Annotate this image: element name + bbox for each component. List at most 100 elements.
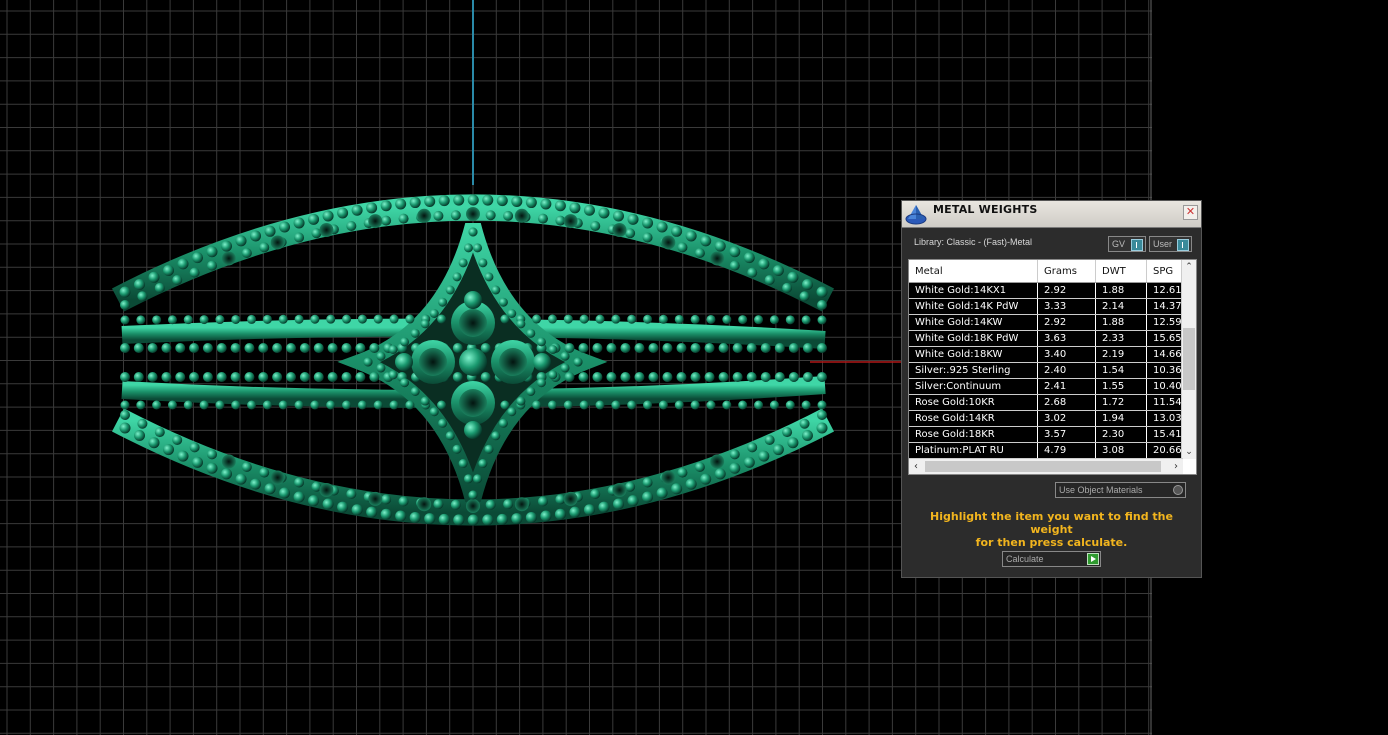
bead [134,278,146,290]
bead [532,314,542,324]
close-button[interactable]: ✕ [1183,205,1198,220]
bead [772,264,784,276]
setting-hole [459,389,487,417]
bead [221,240,233,252]
bead [310,314,320,324]
horizontal-scroll-thumb[interactable] [925,461,1161,472]
scroll-right-icon[interactable]: › [1169,459,1183,474]
bead [420,396,430,406]
table-row[interactable]: Platinum:PLAT RU 4.79 3.08 20.66 [909,442,1194,459]
bead [760,372,771,382]
band-hole [466,499,480,513]
scroll-down-icon[interactable]: ⌄ [1182,445,1196,459]
bead [785,315,795,325]
bead [625,481,636,492]
bead [147,343,158,353]
table-row[interactable]: Rose Gold:10KR 2.68 1.72 11.54 [909,394,1194,411]
bead [694,461,705,472]
bead [380,508,392,520]
scroll-left-icon[interactable]: ‹ [909,459,923,474]
bead [694,248,705,259]
cell-grams: 3.33 [1037,298,1096,315]
metal-table[interactable]: Metal Grams DWT SPG White Gold:14KX1 2.92… [908,259,1197,475]
bead [420,319,430,329]
band-hole [270,470,285,485]
column-header-metal[interactable]: Metal [909,260,1038,283]
bead [189,372,200,382]
bead [642,477,653,488]
bead [231,400,241,410]
scroll-up-icon[interactable]: ⌃ [1182,260,1196,274]
bead [690,372,701,382]
bead [817,400,827,410]
table-row[interactable]: White Gold:14KX1 2.92 1.88 12.61 [909,282,1194,299]
use-object-materials-label: Use Object Materials [1059,485,1143,495]
bead [817,410,827,420]
bead [136,400,146,410]
bead [438,195,450,207]
column-header-grams[interactable]: Grams [1037,260,1096,283]
vertical-scrollbar[interactable]: ⌃ ⌄ [1181,260,1196,459]
bead [409,511,421,523]
bead [643,314,653,324]
bead [620,372,631,382]
bead [592,343,603,353]
bead [563,400,573,410]
center-stone [459,348,487,376]
bead [453,514,465,526]
bead [613,498,625,510]
bead [676,372,687,382]
cell-metal: White Gold:18KW [909,346,1038,363]
bead [704,343,715,353]
bead [369,372,380,382]
gv-toggle[interactable]: GV [1108,236,1146,252]
user-toggle[interactable]: User [1149,236,1192,252]
bead [714,240,726,252]
column-header-dwt[interactable]: DWT [1095,260,1147,283]
bead [272,343,283,353]
bead [496,195,508,207]
bead [148,271,160,283]
bead [704,372,715,382]
bead [718,372,729,382]
table-row[interactable]: Rose Gold:14KR 3.02 1.94 13.03 [909,410,1194,427]
table-row[interactable]: White Gold:14KW 2.92 1.88 12.59 [909,314,1194,331]
table-row[interactable]: Silver:Continuum 2.41 1.55 10.40 [909,378,1194,395]
cell-grams: 2.40 [1037,362,1096,379]
calculate-button[interactable]: Calculate [1002,551,1101,567]
play-icon[interactable] [1087,553,1099,565]
bead [258,343,269,353]
bead [327,343,338,353]
panel-titlebar[interactable]: METAL WEIGHTS ✕ [902,201,1201,228]
cell-dwt: 2.30 [1095,426,1147,443]
bead [172,275,183,286]
table-row[interactable]: White Gold:18K PdW 3.63 2.33 15.65 [909,330,1194,347]
bead [189,442,200,453]
bead [801,278,813,290]
cell-metal: Silver:Continuum [909,378,1038,395]
bead [279,221,291,233]
accent-bead [395,353,413,371]
table-row[interactable]: White Gold:14K PdW 3.33 2.14 14.37 [909,298,1194,315]
bead [163,444,175,456]
bead [463,474,473,484]
bead [738,315,748,325]
bead [337,501,349,513]
bead [627,213,639,225]
horizontal-scrollbar[interactable]: ‹ › [909,458,1183,474]
table-row[interactable]: White Gold:18KW 3.40 2.19 14.66 [909,346,1194,363]
bead [774,343,785,353]
use-object-materials-toggle[interactable]: Use Object Materials [1055,482,1186,498]
cell-grams: 3.63 [1037,330,1096,347]
bead [241,248,252,259]
band-hole [661,235,676,250]
bead [484,272,494,282]
vertical-scroll-thumb[interactable] [1183,328,1195,390]
bead [351,204,363,216]
bead [264,225,276,237]
bead [516,319,526,329]
table-row[interactable]: Rose Gold:18KR 3.57 2.30 15.41 [909,426,1194,443]
table-row[interactable]: Silver:.925 Sterling 2.40 1.54 10.36 [909,362,1194,379]
bead [671,483,683,495]
bead [463,243,473,253]
